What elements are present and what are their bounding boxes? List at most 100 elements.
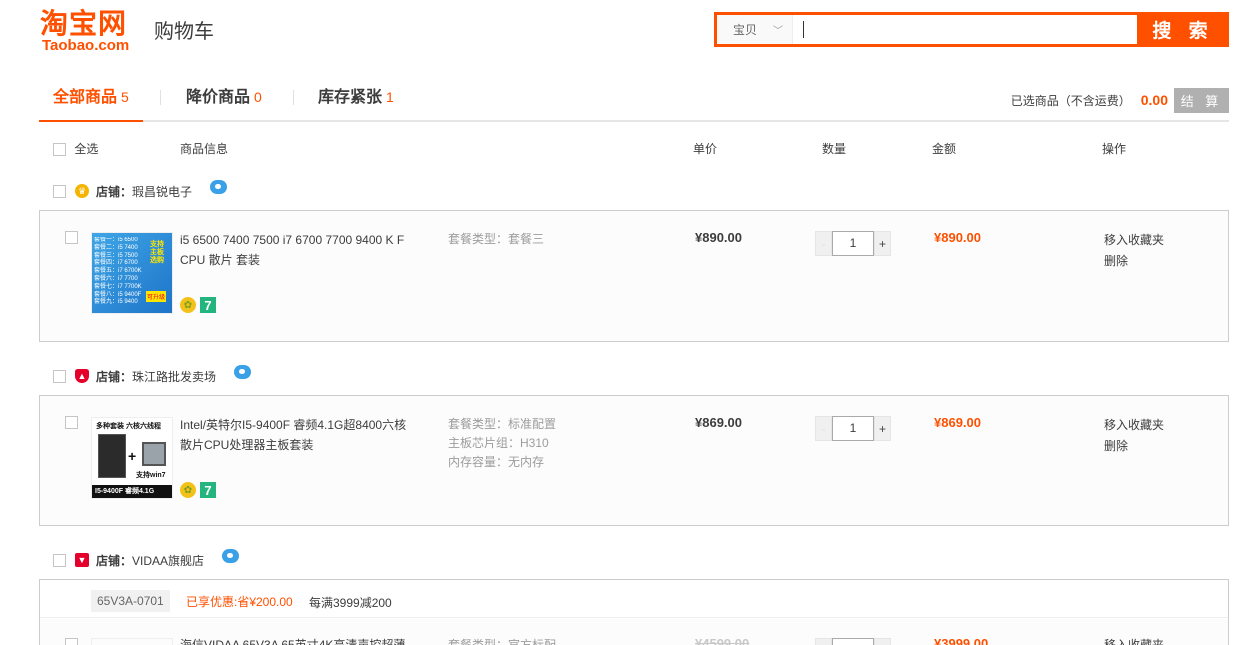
search-button[interactable]: 搜 索 — [1137, 12, 1229, 47]
tab-divider — [293, 90, 294, 105]
checkout-button[interactable]: 结 算 — [1174, 87, 1229, 113]
shop-name-link[interactable]: 珠江路批发卖场 — [132, 368, 216, 385]
item-actions: 移入收藏夹 删除 — [1104, 230, 1164, 272]
shop-row: ♛ 店铺： 瑕昌锐电子 — [53, 180, 228, 202]
seven-day-return-icon: 7 — [200, 482, 216, 498]
item-checkbox[interactable] — [65, 638, 78, 645]
sku-prop: 套餐类型：套餐三 — [448, 232, 545, 246]
product-thumbnail[interactable]: 多种套装 六核六线程 + 支持win7 I5-9400F 睿频4.1G — [91, 417, 173, 499]
shop-prefix: 店铺： — [96, 369, 133, 384]
search-scope-select[interactable]: 宝贝 ﹀ — [717, 15, 793, 44]
cart-item: 海信VIDAA 65V3A 65英寸4K高清声控超薄 套餐类型：官方标配 ¥45… — [40, 619, 1228, 645]
shop-checkbox[interactable] — [53, 369, 66, 383]
tmall-shield-icon: ▲ — [75, 369, 89, 383]
tab-all-items[interactable]: 全部商品 5 — [39, 80, 143, 122]
thumb-row: 套餐一：i5 6500 — [94, 237, 138, 243]
shop-prefix: 店铺： — [96, 184, 133, 199]
increase-button[interactable]: + — [874, 638, 891, 645]
product-title-link[interactable]: Intel/英特尔I5-9400F 睿频4.1G超8400六核散片CPU处理器主… — [180, 415, 410, 455]
decrease-button[interactable]: - — [815, 638, 832, 645]
selection-summary: 已选商品（不含运费） 0.00 结 算 — [1011, 87, 1229, 113]
search-bar: 宝贝 ﹀ 搜 索 — [714, 12, 1229, 47]
increase-button[interactable]: + — [874, 416, 891, 441]
select-all-checkbox[interactable] — [53, 143, 66, 157]
select-all[interactable]: 全选 — [53, 140, 98, 157]
thumb-row: 套餐九：i5 9400 — [94, 299, 138, 306]
product-title-link[interactable]: i5 6500 7400 7500 i7 6700 7700 9400 K F … — [180, 230, 410, 270]
thumb-spec-list: 套餐一：i5 6500 套餐二：i5 7400 套餐三：i5 7500 套餐四：… — [94, 237, 146, 307]
delete-link[interactable]: 删除 — [1104, 251, 1164, 272]
move-to-favorites-link[interactable]: 移入收藏夹 — [1104, 636, 1164, 645]
shop-row: ▼ 店铺： VIDAA旗舰店 — [53, 549, 240, 571]
tab-label: 库存紧张 — [318, 89, 383, 106]
promo-row: 65V3A-0701 已享优惠:省¥200.00 每满3999减200 — [40, 580, 1228, 618]
sku-prop: 主板芯片组：H310 — [448, 436, 549, 450]
wangwang-chat-icon[interactable] — [222, 549, 240, 563]
sku-prop: 内存容量：无内存 — [448, 455, 545, 469]
product-title-link[interactable]: 海信VIDAA 65V3A 65英寸4K高清声控超薄 — [180, 636, 405, 645]
thumb-tag: 可升级 — [146, 291, 167, 302]
product-thumbnail[interactable] — [91, 638, 173, 645]
unit-price: ¥890.00 — [695, 230, 742, 245]
tab-low-stock[interactable]: 库存紧张 1 — [304, 80, 408, 122]
taobao-logo[interactable]: 淘宝网 Taobao.com — [40, 8, 148, 56]
search-scope-label: 宝贝 — [733, 23, 758, 37]
seven-day-return-icon: 7 — [200, 297, 216, 313]
move-to-favorites-link[interactable]: 移入收藏夹 — [1104, 415, 1164, 436]
search-input[interactable] — [793, 15, 1137, 44]
cart-item-group: 65V3A-0701 已享优惠:省¥200.00 每满3999减200 海信VI… — [39, 579, 1229, 645]
quantity-stepper: - 1 + — [815, 638, 891, 645]
decrease-button[interactable]: - — [815, 416, 832, 441]
tab-label: 降价商品 — [186, 89, 251, 106]
tab-count: 1 — [386, 89, 394, 105]
product-thumbnail[interactable]: 套餐一：i5 6500 套餐二：i5 7400 套餐三：i5 7500 套餐四：… — [91, 232, 173, 314]
col-unit-price: 单价 — [693, 142, 718, 156]
wangwang-chat-icon[interactable] — [210, 180, 228, 194]
sku-prop[interactable]: 套餐类型：官方标配 — [448, 636, 556, 645]
gold-crown-icon: ♛ — [75, 184, 89, 198]
tab-count: 0 — [254, 89, 262, 105]
thumb-side-text: 支持主板选购 — [150, 241, 164, 264]
summary-total: 0.00 — [1140, 92, 1168, 108]
column-header: 全选 商品信息 单价 数量 金额 操作 — [39, 134, 1229, 162]
move-to-favorites-link[interactable]: 移入收藏夹 — [1104, 230, 1164, 251]
logo-en-text: Taobao.com — [42, 37, 130, 54]
chevron-down-icon: ﹀ — [773, 26, 784, 37]
wangwang-chat-icon[interactable] — [234, 365, 252, 379]
cart-item: 多种套装 六核六线程 + 支持win7 I5-9400F 睿频4.1G Inte… — [39, 395, 1229, 526]
sku-props[interactable]: 套餐类型：套餐三 — [448, 230, 544, 249]
quantity-input[interactable]: 1 — [832, 638, 874, 645]
service-badges: ✿ 7 — [180, 297, 216, 313]
thumb-row: 套餐二：i5 7400 — [94, 244, 138, 251]
shop-name-link[interactable]: 瑕昌锐电子 — [132, 183, 192, 200]
unit-price: ¥869.00 — [695, 415, 742, 430]
col-quantity: 数量 — [822, 142, 847, 156]
tab-price-drop[interactable]: 降价商品 0 — [172, 80, 276, 122]
decrease-button[interactable]: - — [815, 231, 832, 256]
summary-label: 已选商品（不含运费） — [1010, 93, 1131, 108]
thumb-row: 套餐六：i7 7700 — [94, 275, 138, 282]
delete-link[interactable]: 删除 — [1104, 436, 1164, 457]
promo-rule-text: 每满3999减200 — [309, 596, 392, 610]
quantity-stepper: - 1 + — [815, 231, 891, 256]
sku-props[interactable]: 套餐类型：标准配置 主板芯片组：H310 内存容量：无内存 — [448, 415, 556, 472]
quantity-input[interactable]: 1 — [832, 231, 874, 256]
promo-saved-text: 已享优惠:省¥200.00 — [186, 595, 293, 609]
item-checkbox[interactable] — [65, 416, 78, 429]
shop-checkbox[interactable] — [53, 553, 66, 567]
increase-button[interactable]: + — [874, 231, 891, 256]
shop-row: ▲ 店铺： 珠江路批发卖场 — [53, 365, 252, 387]
sku-prop: 套餐类型：标准配置 — [448, 417, 557, 431]
item-actions: 移入收藏夹 删除 — [1104, 415, 1164, 457]
shop-name-link[interactable]: VIDAA旗舰店 — [132, 552, 204, 569]
shop-checkbox[interactable] — [53, 184, 66, 198]
item-amount: ¥3999.00 — [934, 636, 989, 645]
select-all-label: 全选 — [74, 142, 99, 156]
plus-icon: + — [128, 448, 137, 464]
page-title: 购物车 — [154, 21, 214, 43]
col-amount: 金额 — [932, 142, 957, 156]
quantity-input[interactable]: 1 — [832, 416, 874, 441]
promo-code-tag[interactable]: 65V3A-0701 — [91, 590, 170, 612]
item-checkbox[interactable] — [65, 231, 78, 244]
gold-seller-icon: ✿ — [180, 482, 196, 498]
